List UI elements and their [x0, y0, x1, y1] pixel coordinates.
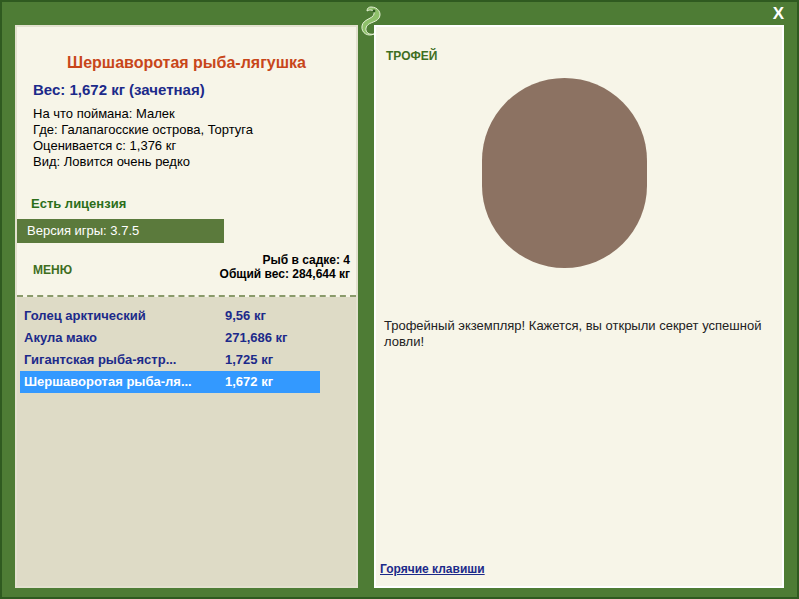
menu-button[interactable]: МЕНЮ — [33, 253, 72, 279]
fish-info-panel: Шершаворотая рыба-лягушка Вес: 1,672 кг … — [15, 25, 358, 588]
fish-name: Голец арктический — [24, 306, 225, 326]
fish-title: Шершаворотая рыба-лягушка — [17, 27, 356, 75]
fish-name: Акула мако — [24, 328, 225, 348]
fish-detail: Вид: Ловится очень редко — [33, 154, 356, 170]
fish-weight-cell: 1,672 кг — [225, 372, 273, 392]
keepnet-count: Рыб в садке: 4 — [262, 253, 350, 267]
close-button[interactable]: X — [770, 5, 787, 22]
lizard-logo-icon — [354, 4, 388, 38]
fish-detail: На что поймана: Малек — [33, 106, 356, 122]
keepnet-row[interactable]: Акула мако271,686 кг — [20, 327, 320, 349]
keepnet-row[interactable]: Шершаворотая рыба-ля...1,672 кг — [20, 371, 320, 393]
fish-detail: Оценивается с: 1,376 кг — [33, 138, 356, 154]
fish-photo — [479, 45, 649, 300]
license-status: Есть лицензия — [17, 170, 356, 214]
trophy-label: ТРОФЕЙ — [376, 27, 437, 65]
hotkeys-link[interactable]: Горячие клавиши — [380, 562, 485, 576]
trophy-panel: ТРОФЕЙ Трофейный экземпляр! Кажется, вы … — [374, 25, 784, 588]
keepnet-row[interactable]: Голец арктический9,56 кг — [20, 305, 320, 327]
trophy-message: Трофейный экземпляр! Кажется, вы открыли… — [376, 300, 782, 350]
keepnet-row[interactable]: Гигантская рыба-ястр...1,725 кг — [20, 349, 320, 371]
fish-weight-cell: 9,56 кг — [225, 306, 266, 326]
fish-weight-cell: 1,725 кг — [225, 350, 273, 370]
fish-window: X Шершаворотая рыба-лягушка Вес: 1,672 к… — [0, 0, 799, 599]
keepnet-list: Голец арктический9,56 кгАкула мако271,68… — [20, 305, 320, 393]
keepnet-total: Общий вес: 284,644 кг — [220, 267, 350, 281]
fish-weight-cell: 271,686 кг — [225, 328, 288, 348]
fish-detail: Где: Галапагосские острова, Тортуга — [33, 122, 356, 138]
fish-name: Шершаворотая рыба-ля... — [24, 372, 225, 392]
fish-details: На что поймана: МалекГде: Галапагосские … — [17, 102, 356, 170]
fish-weight: Вес: 1,672 кг (зачетная) — [17, 75, 356, 102]
fish-name: Гигантская рыба-ястр... — [24, 350, 225, 370]
version-bar: Версия игры: 3.7.5 — [17, 219, 224, 243]
